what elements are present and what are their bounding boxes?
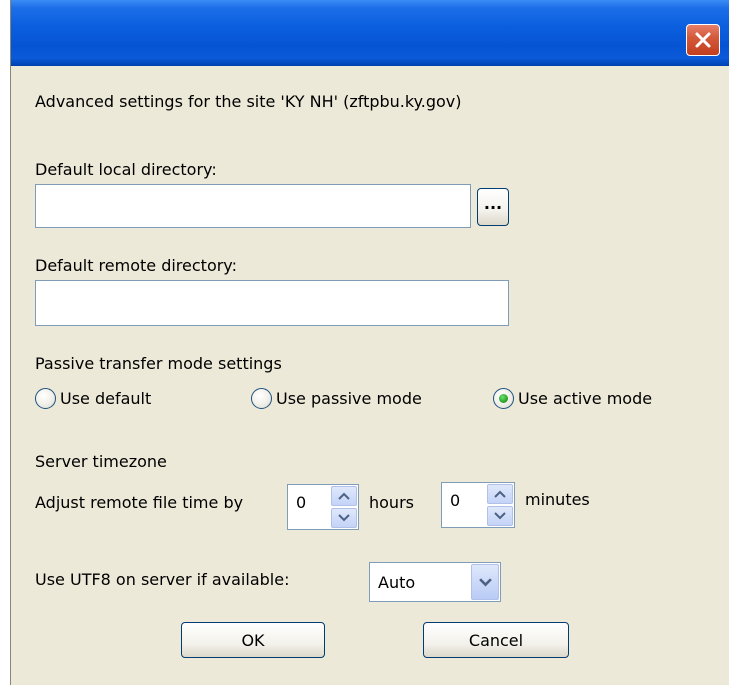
- cancel-button[interactable]: Cancel: [423, 622, 569, 658]
- radio-button-icon: [493, 388, 514, 409]
- radio-label: Use default: [60, 389, 152, 408]
- hours-value[interactable]: 0: [296, 493, 306, 512]
- radio-use-default[interactable]: Use default: [35, 388, 151, 409]
- utf8-select[interactable]: Auto: [369, 562, 501, 602]
- adjust-time-label: Adjust remote file time by: [35, 493, 244, 512]
- radio-use-active-mode[interactable]: Use active mode: [493, 388, 652, 409]
- title-bar[interactable]: [11, 0, 729, 66]
- minutes-increment-button[interactable]: [487, 484, 513, 504]
- server-timezone-heading: Server timezone: [35, 452, 167, 471]
- radio-label: Use passive mode: [276, 389, 422, 408]
- close-icon: [695, 32, 711, 48]
- chevron-up-icon: [338, 492, 350, 500]
- radio-button-icon: [35, 388, 56, 409]
- chevron-down-icon: [478, 577, 492, 587]
- radio-button-icon: [251, 388, 272, 409]
- dropdown-button[interactable]: [471, 564, 499, 600]
- remote-directory-input[interactable]: [35, 280, 509, 326]
- ok-button[interactable]: OK: [181, 622, 325, 658]
- hours-label: hours: [369, 493, 414, 512]
- hours-spinner[interactable]: 0: [287, 484, 359, 530]
- local-directory-input[interactable]: [35, 184, 471, 228]
- browse-button[interactable]: ...: [477, 188, 509, 226]
- hours-increment-button[interactable]: [331, 486, 357, 506]
- chevron-down-icon: [338, 514, 350, 522]
- remote-directory-label: Default remote directory:: [35, 256, 237, 275]
- passive-mode-heading: Passive transfer mode settings: [35, 354, 282, 373]
- minutes-spinner[interactable]: 0: [441, 482, 515, 528]
- radio-use-passive-mode[interactable]: Use passive mode: [251, 388, 422, 409]
- spinner-arrows: [331, 486, 357, 528]
- minutes-label: minutes: [525, 490, 590, 509]
- dialog-heading: Advanced settings for the site 'KY NH' (…: [35, 92, 462, 111]
- utf8-selected-value: Auto: [378, 573, 416, 592]
- chevron-down-icon: [494, 512, 506, 520]
- utf8-label: Use UTF8 on server if available:: [35, 570, 290, 589]
- close-button[interactable]: [686, 24, 720, 56]
- minutes-decrement-button[interactable]: [487, 506, 513, 526]
- minutes-value[interactable]: 0: [450, 491, 460, 510]
- hours-decrement-button[interactable]: [331, 508, 357, 528]
- dialog-window: Advanced settings for the site 'KY NH' (…: [10, 0, 729, 685]
- radio-selected-dot: [499, 394, 508, 403]
- local-directory-label: Default local directory:: [35, 160, 217, 179]
- radio-label: Use active mode: [518, 389, 653, 408]
- chevron-up-icon: [494, 490, 506, 498]
- spinner-arrows: [487, 484, 513, 526]
